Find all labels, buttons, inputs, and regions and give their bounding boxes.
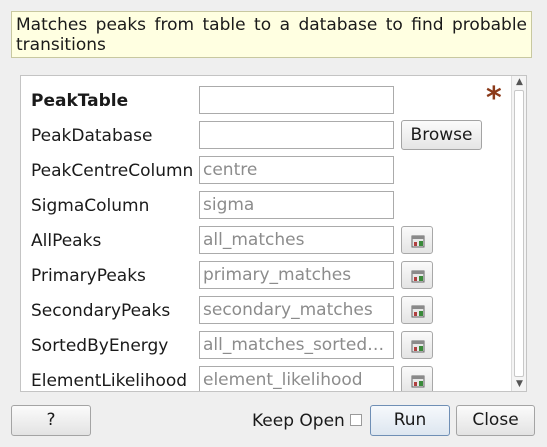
workspace-icon [411, 340, 425, 353]
browse-button[interactable]: Browse [401, 120, 482, 150]
property-label: PeakTable [31, 91, 129, 111]
workspace-select-button[interactable] [401, 366, 433, 391]
keep-open-label: Keep Open [252, 411, 345, 431]
run-button[interactable]: Run [370, 405, 450, 436]
property-row-sigmacolumn: SigmaColumn sigma [21, 191, 511, 221]
help-button[interactable]: ? [11, 405, 91, 436]
keep-open-checkbox[interactable] [350, 414, 362, 426]
property-label: SortedByEnergy [31, 336, 169, 356]
property-label: SecondaryPeaks [31, 301, 171, 321]
workspace-select-button[interactable] [401, 296, 433, 324]
primarypeaks-input[interactable]: primary_matches [199, 261, 394, 289]
allpeaks-input[interactable]: all_matches [199, 226, 394, 254]
workspace-select-button[interactable] [401, 226, 433, 254]
property-row-elementlikelihood: ElementLikelihood element_likelihood [21, 366, 511, 391]
peaktable-input[interactable] [199, 86, 394, 114]
property-label: PeakDatabase [31, 126, 153, 146]
workspace-select-button[interactable] [401, 261, 433, 289]
vertical-scrollbar[interactable]: ▲ ▼ [511, 76, 526, 391]
scrollbar-thumb[interactable] [514, 90, 524, 377]
property-label: SigmaColumn [31, 196, 150, 216]
workspace-icon [411, 375, 425, 388]
workspace-select-button[interactable] [401, 331, 433, 359]
scroll-up-arrow-icon[interactable]: ▲ [512, 76, 526, 89]
property-row-primarypeaks: PrimaryPeaks primary_matches [21, 261, 511, 291]
peakcentrecolumn-input[interactable]: centre [199, 156, 394, 184]
property-label: ElementLikelihood [31, 371, 188, 391]
property-row-peakcentrecolumn: PeakCentreColumn centre [21, 156, 511, 186]
properties-panel: PeakTable * PeakDatabase Browse PeakCent… [20, 75, 527, 392]
sigmacolumn-input[interactable]: sigma [199, 191, 394, 219]
workspace-icon [411, 305, 425, 318]
workspace-icon [411, 270, 425, 283]
workspace-icon [411, 235, 425, 248]
property-row-sortedbyenergy: SortedByEnergy all_matches_sorted_by_ene… [21, 331, 511, 361]
property-row-secondarypeaks: SecondaryPeaks secondary_matches [21, 296, 511, 326]
elementlikelihood-input[interactable]: element_likelihood [199, 366, 394, 391]
sortedbyenergy-input[interactable]: all_matches_sorted_by_energy [199, 331, 394, 359]
secondarypeaks-input[interactable]: secondary_matches [199, 296, 394, 324]
scroll-down-arrow-icon[interactable]: ▼ [512, 378, 526, 391]
mandatory-marker: * [486, 81, 502, 116]
close-button[interactable]: Close [456, 405, 535, 436]
peakdatabase-input[interactable] [199, 121, 394, 149]
property-row-peaktable: PeakTable * [21, 81, 511, 116]
property-row-peakdatabase: PeakDatabase Browse [21, 120, 511, 151]
algorithm-description: Matches peaks from table to a database t… [11, 11, 532, 58]
property-label: PeakCentreColumn [31, 161, 194, 181]
property-label: PrimaryPeaks [31, 266, 146, 286]
property-row-allpeaks: AllPeaks all_matches [21, 226, 511, 256]
property-label: AllPeaks [31, 231, 102, 251]
